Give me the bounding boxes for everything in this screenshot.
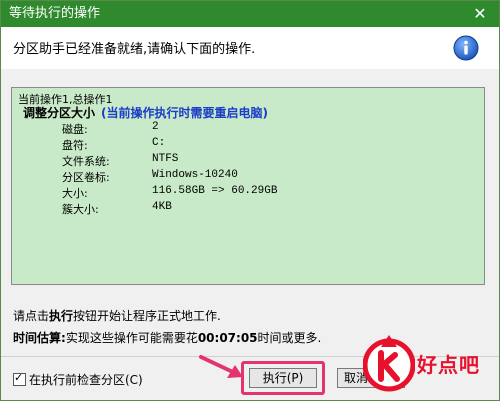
checkmark-icon: ✓ bbox=[14, 371, 24, 384]
instruction-suffix: 按钮开始让程序正式地工作. bbox=[73, 309, 221, 323]
header-message: 分区助手已经准备就绪,请确认下面的操作. bbox=[13, 42, 256, 57]
close-icon[interactable]: ✕ bbox=[469, 3, 491, 25]
operations-list[interactable]: 当前操作1,总操作1 调整分区大小 (当前操作执行时需要重启电脑) 磁盘: 2 盘… bbox=[11, 87, 485, 285]
instruction-bold: 执行 bbox=[49, 309, 74, 323]
detail-label: 大小: bbox=[62, 187, 88, 200]
precheck-checkbox[interactable]: ✓ 在执行前检查分区(C) bbox=[13, 371, 143, 388]
info-icon bbox=[453, 35, 479, 61]
detail-value: Windows-10240 bbox=[152, 169, 238, 181]
instruction-prefix: 请点击 bbox=[13, 309, 50, 323]
detail-value: C: bbox=[152, 137, 166, 149]
operation-name: 调整分区大小 bbox=[23, 106, 96, 120]
watermark-text: 好点吧 bbox=[417, 353, 480, 377]
watermark-logo: 好点吧 bbox=[353, 331, 500, 401]
detail-label: 文件系统: bbox=[62, 155, 110, 168]
checkbox[interactable]: ✓ bbox=[13, 371, 26, 386]
detail-label: 簇大小: bbox=[62, 203, 99, 216]
operation-note: (当前操作执行时需要重启电脑) bbox=[101, 106, 268, 120]
logo-badge-icon bbox=[363, 335, 415, 392]
detail-value: 4KB bbox=[152, 201, 172, 213]
title-bar[interactable]: 等待执行的操作 ✕ bbox=[1, 1, 499, 27]
estimate-suffix: 时间或更多. bbox=[257, 331, 322, 345]
arrow-icon bbox=[199, 355, 243, 378]
instruction-text: 请点击执行按钮开始让程序正式地工作. bbox=[13, 307, 221, 324]
dialog-window: 等待执行的操作 ✕ 分区助手已经准备就绪,请确认下面的操作. 当前操作1,总操作… bbox=[0, 0, 500, 401]
detail-label: 分区卷标: bbox=[62, 171, 110, 184]
time-estimate: 时间估算:实现这些操作可能需要花00:07:05时间或更多. bbox=[13, 329, 321, 346]
execute-button[interactable]: 执行(P) bbox=[249, 368, 317, 388]
detail-value: 2 bbox=[152, 121, 159, 133]
detail-value: 116.58GB => 60.29GB bbox=[152, 185, 278, 197]
estimate-label: 时间估算: bbox=[13, 331, 66, 345]
detail-label: 盘符: bbox=[62, 139, 88, 152]
window-title: 等待执行的操作 bbox=[9, 6, 101, 21]
detail-label: 磁盘: bbox=[62, 123, 88, 136]
precheck-label: 在执行前检查分区(C) bbox=[29, 373, 143, 387]
estimate-time: 00:07:05 bbox=[197, 331, 258, 345]
operation-title: 调整分区大小 (当前操作执行时需要重启电脑) bbox=[23, 104, 268, 121]
header-strip: 分区助手已经准备就绪,请确认下面的操作. bbox=[1, 27, 499, 69]
detail-value: NTFS bbox=[152, 153, 179, 165]
estimate-prefix: 实现这些操作可能需要花 bbox=[65, 331, 198, 345]
